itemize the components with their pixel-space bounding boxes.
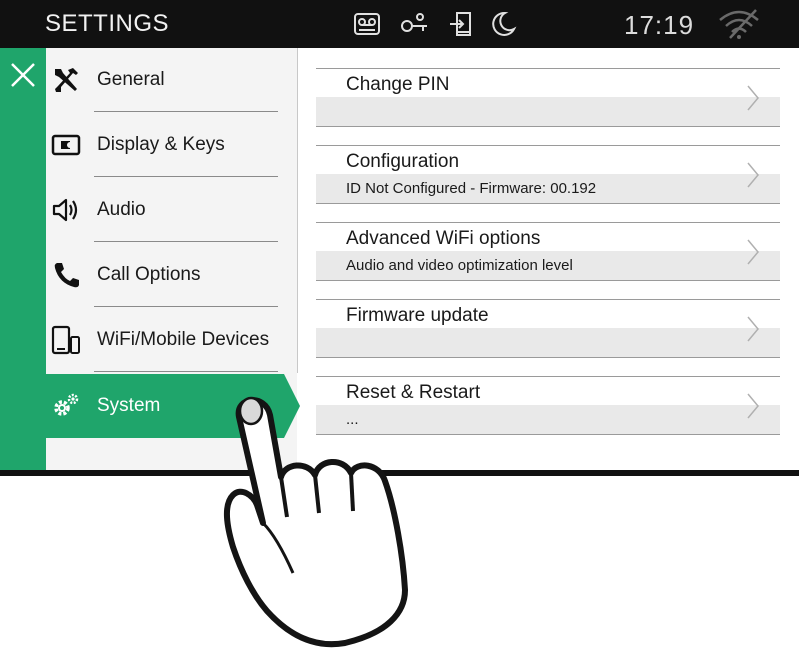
divider [94, 306, 278, 307]
sidebar-item-label: Audio [97, 199, 146, 220]
row-title: Change PIN [346, 74, 450, 95]
row-title: Firmware update [346, 305, 489, 326]
row-title: Configuration [346, 151, 460, 172]
wrench-screwdriver-icon [55, 68, 78, 92]
divider [316, 357, 780, 358]
chevron-right-icon [747, 162, 759, 188]
sidebar-item-audio[interactable]: Audio [46, 178, 278, 242]
row-change-pin[interactable]: Change PIN [316, 68, 780, 128]
page-title: SETTINGS [45, 10, 170, 37]
row-subtitle-band [316, 328, 780, 357]
top-status-bar: SETTINGS 17:19 [0, 0, 799, 48]
sidebar-item-wifi-mobile-devices[interactable]: WiFi/Mobile Devices [46, 308, 278, 372]
row-advanced-wifi-options[interactable]: Advanced WiFi options Audio and video op… [316, 222, 780, 282]
row-firmware-update[interactable]: Firmware update [316, 299, 780, 359]
key-access-icon [401, 13, 427, 32]
divider [316, 280, 780, 281]
row-configuration[interactable]: Configuration ID Not Configured - Firmwa… [316, 145, 780, 205]
divider [316, 203, 780, 204]
sidebar-divider [297, 48, 298, 373]
sidebar-item-label: General [97, 69, 165, 90]
chevron-right-icon [747, 316, 759, 342]
phone-icon [54, 263, 79, 288]
speaker-icon [52, 198, 78, 222]
divider [316, 299, 780, 300]
divider [316, 222, 780, 223]
row-subtitle: Audio and video optimization level [346, 257, 573, 274]
voicemail-icon [354, 13, 380, 35]
sidebar-item-label: Display & Keys [97, 134, 225, 155]
wifi-off-icon [719, 9, 759, 39]
chevron-right-icon [747, 393, 759, 419]
sidebar-item-general[interactable]: General [46, 48, 278, 112]
chevron-right-icon [747, 239, 759, 265]
pointing-hand-icon [224, 396, 408, 648]
clock: 17:19 [624, 10, 695, 40]
door-entry-icon [450, 12, 471, 36]
chevron-right-icon [747, 85, 759, 111]
sidebar-item-label: System [97, 395, 161, 416]
close-rail [0, 48, 46, 470]
divider [316, 376, 780, 377]
divider [316, 145, 780, 146]
devices-icon [51, 325, 80, 355]
divider [316, 126, 780, 127]
sidebar-item-call-options[interactable]: Call Options [46, 243, 278, 307]
close-icon[interactable] [6, 58, 40, 92]
sidebar-item-label: WiFi/Mobile Devices [97, 329, 270, 350]
row-subtitle: ID Not Configured - Firmware: 00.192 [346, 180, 597, 197]
row-title: Advanced WiFi options [346, 228, 541, 249]
sidebar-item-display-keys[interactable]: Display & Keys [46, 113, 278, 177]
divider [94, 176, 278, 177]
divider [94, 241, 278, 242]
sidebar-item-label: Call Options [97, 264, 201, 285]
display-icon [51, 134, 81, 156]
divider [316, 68, 780, 69]
divider [94, 111, 278, 112]
divider [94, 371, 278, 372]
moon-icon [492, 11, 517, 36]
row-subtitle-band [316, 97, 780, 126]
gears-icon [54, 393, 79, 416]
